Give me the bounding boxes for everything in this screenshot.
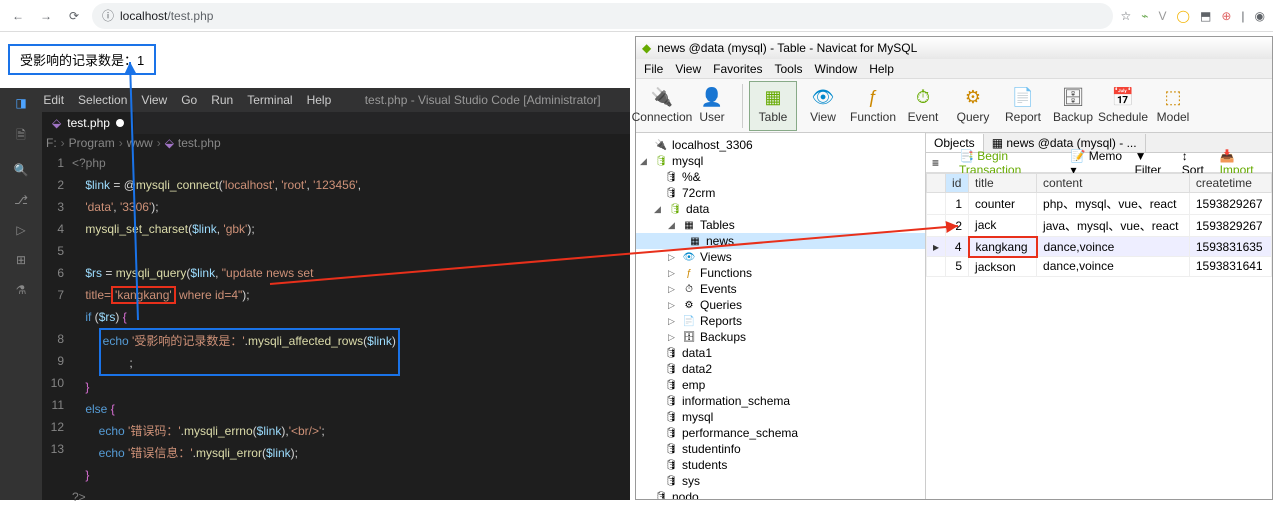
tool-connection[interactable]: 🔌Connection <box>638 81 686 131</box>
menu-selection[interactable]: Selection <box>78 93 127 107</box>
forward-button[interactable]: → <box>36 6 56 26</box>
tab-testphp[interactable]: ⬙ test.php <box>42 112 134 134</box>
vscode-window: ◨ 🗎 🔍 ⎇ ▷ ⊞ ⚗ File Edit Selection View G… <box>0 88 630 500</box>
divider: | <box>1241 9 1244 23</box>
vscode-logo-icon: ◨ <box>15 96 26 110</box>
test-icon[interactable]: ⚗ <box>16 283 27 297</box>
star-icon[interactable]: ☆ <box>1121 9 1132 23</box>
navicat-menubar: File View Favorites Tools Window Help <box>636 59 1272 79</box>
vscode-title: test.php - Visual Studio Code [Administr… <box>345 93 620 107</box>
search-icon[interactable]: 🔍 <box>14 163 29 177</box>
result-output: 受影响的记录数是：1 <box>8 44 156 75</box>
url-path: /test.php <box>167 9 213 23</box>
ext3-icon[interactable]: ◯ <box>1177 9 1190 23</box>
explorer-icon[interactable]: 🗎 <box>16 126 26 147</box>
navicat-logo-icon: ◆ <box>642 41 651 55</box>
tool-schedule[interactable]: 📅Schedule <box>1099 81 1147 131</box>
nmenu-file[interactable]: File <box>644 62 663 76</box>
menu-terminal[interactable]: Terminal <box>247 93 292 107</box>
address-bar[interactable]: ⓘ localhost/test.php <box>92 3 1113 29</box>
nmenu-help[interactable]: Help <box>869 62 894 76</box>
menu-edit[interactable]: Edit <box>43 93 64 107</box>
tab-label: test.php <box>67 116 110 130</box>
modified-dot-icon <box>116 119 124 127</box>
highlight-echo-line: echo '受影响的记录数是：'.mysqli_affected_rows($l… <box>99 328 400 376</box>
tool-event[interactable]: ⏱Event <box>899 81 947 131</box>
extensions-icon[interactable]: ⊞ <box>16 253 26 267</box>
hamburger-icon[interactable]: ≡ <box>932 156 939 170</box>
nmenu-favorites[interactable]: Favorites <box>713 62 762 76</box>
info-icon: ⓘ <box>102 7 114 24</box>
col-id: id <box>946 174 969 193</box>
activity-bar: ◨ 🗎 🔍 ⎇ ▷ ⊞ ⚗ <box>0 88 42 500</box>
browser-actions: ☆ ⌁ V ◯ ⬒ ⊕ | ◉ <box>1121 9 1265 23</box>
scm-icon[interactable]: ⎇ <box>14 193 28 207</box>
navicat-titlebar: ◆ news @data (mysql) - Table - Navicat f… <box>636 37 1272 59</box>
back-button[interactable]: ← <box>8 6 28 26</box>
reload-button[interactable]: ⟳ <box>64 6 84 26</box>
table-row: 1counterphp、mysql、vue、react1593829267 <box>927 193 1272 215</box>
code-editor[interactable]: 12345678910111213 <?php $link = @mysqli_… <box>42 152 630 500</box>
col-createtime: createtime <box>1189 174 1271 193</box>
line-gutter: 12345678910111213 <box>42 152 72 500</box>
ext5-icon[interactable]: ⊕ <box>1221 9 1231 23</box>
ext1-icon[interactable]: ⌁ <box>1141 9 1148 23</box>
table-row: 5jacksondance,voince1593831641 <box>927 257 1272 277</box>
cell-kangkang: kangkang <box>969 237 1037 257</box>
url-host: localhost <box>120 9 167 23</box>
table-row: 2jackjava、mysql、vue、react1593829267 <box>927 215 1272 237</box>
table-row: ▸4kangkangdance,voince1593831635 <box>927 237 1272 257</box>
ext4-icon[interactable]: ⬒ <box>1200 9 1211 23</box>
grid-toolbar: ≡ 📑 Begin Transaction 📝 Memo ▾ ▼ Filter … <box>926 153 1272 173</box>
code-content[interactable]: <?php $link = @mysqli_connect('localhost… <box>72 152 630 500</box>
nmenu-window[interactable]: Window <box>815 62 858 76</box>
col-content: content <box>1037 174 1190 193</box>
editor-tabs: ⬙ test.php <box>0 112 630 134</box>
ext2-icon[interactable]: V <box>1159 9 1167 23</box>
highlight-kangkang: 'kangkang' <box>111 286 176 304</box>
tool-table[interactable]: ▦Table <box>749 81 797 131</box>
tool-function[interactable]: ƒFunction <box>849 81 897 131</box>
tool-user[interactable]: 👤User <box>688 81 736 131</box>
vscode-titlebar: File Edit Selection View Go Run Terminal… <box>0 88 630 112</box>
breadcrumb[interactable]: F:› Program› www› ⬙ test.php <box>0 134 630 152</box>
tool-query[interactable]: ⚙Query <box>949 81 997 131</box>
data-grid[interactable]: idtitlecontentcreatetime 1counterphp、mys… <box>926 173 1272 499</box>
nmenu-tools[interactable]: Tools <box>775 62 803 76</box>
navicat-toolbar: 🔌Connection 👤User ▦Table 👁View ƒFunction… <box>636 79 1272 133</box>
tree-news-table: ▦news <box>636 233 925 249</box>
tool-report[interactable]: 📄Report <box>999 81 1047 131</box>
connection-tree[interactable]: 🔌localhost_3306 ◢🛢mysql 🛢%& 🛢72crm ◢🛢dat… <box>636 133 926 499</box>
php-icon: ⬙ <box>52 116 61 130</box>
tool-view[interactable]: 👁View <box>799 81 847 131</box>
navicat-title: news @data (mysql) - Table - Navicat for… <box>657 41 917 55</box>
tool-model[interactable]: ⬚Model <box>1149 81 1197 131</box>
nmenu-view[interactable]: View <box>675 62 701 76</box>
menu-go[interactable]: Go <box>181 93 197 107</box>
profile-icon[interactable]: ◉ <box>1255 9 1265 23</box>
browser-toolbar: ← → ⟳ ⓘ localhost/test.php ☆ ⌁ V ◯ ⬒ ⊕ |… <box>0 0 1273 32</box>
menu-help[interactable]: Help <box>307 93 332 107</box>
navicat-window: ◆ news @data (mysql) - Table - Navicat f… <box>635 36 1273 500</box>
menu-run[interactable]: Run <box>211 93 233 107</box>
menu-view[interactable]: View <box>141 93 167 107</box>
data-panel: Objects ▦ news @data (mysql) - ... ≡ 📑 B… <box>926 133 1272 499</box>
col-title: title <box>969 174 1037 193</box>
debug-icon[interactable]: ▷ <box>16 223 25 237</box>
tool-backup[interactable]: 🗄Backup <box>1049 81 1097 131</box>
